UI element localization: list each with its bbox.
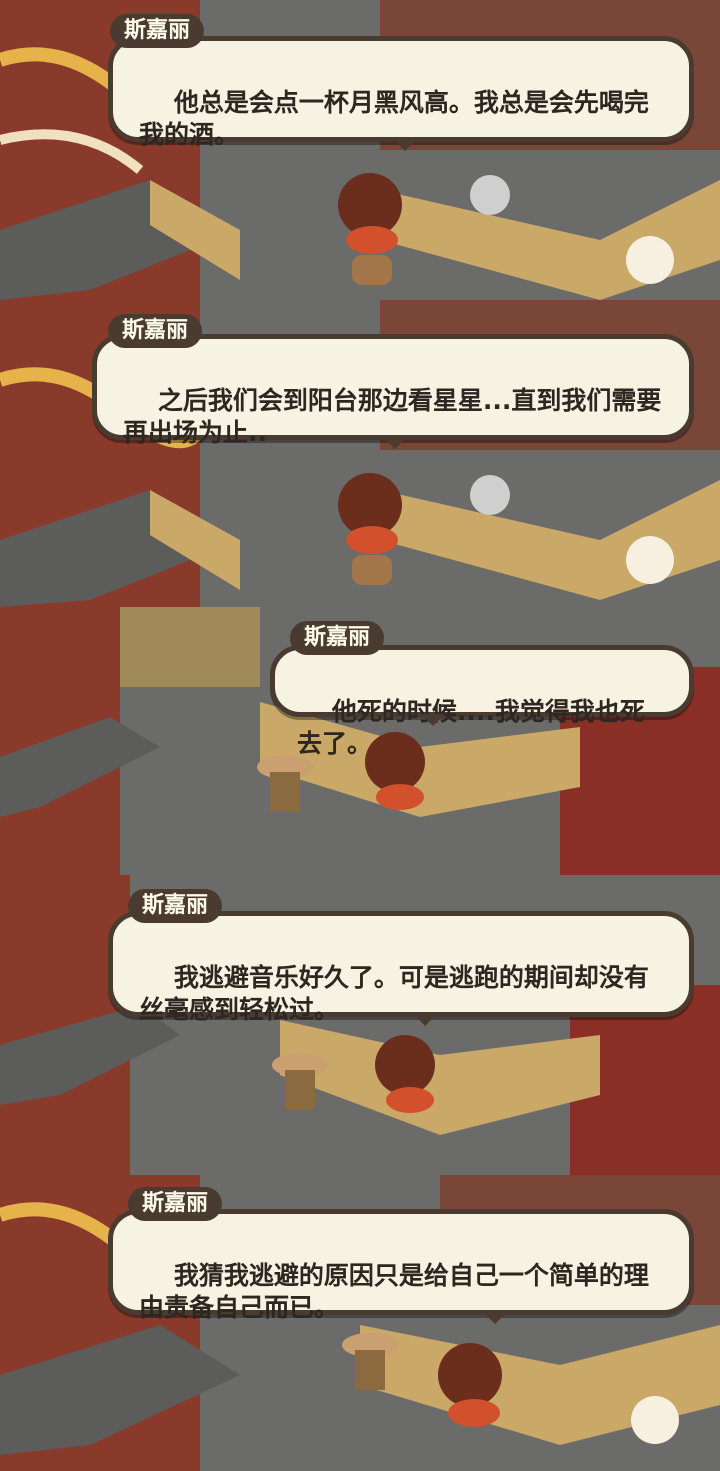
dialogue-panel-1[interactable]: 斯嘉丽 他总是会点一杯月黑风高。我总是会先喝完我的酒。 [0, 0, 720, 300]
character-bunny [631, 1396, 679, 1444]
character-scarlett [365, 732, 425, 792]
dialogue-bubble[interactable]: 他总是会点一杯月黑风高。我总是会先喝完我的酒。 [108, 36, 694, 151]
dialogue-panel-5[interactable]: 斯嘉丽 我猜我逃避的原因只是给自己一个简单的理由责备自己而已。 [0, 1175, 720, 1471]
speaker-name-tag: 斯嘉丽 [108, 314, 203, 348]
speaker-name-tag: 斯嘉丽 [290, 621, 385, 655]
dialogue-panel-4[interactable]: 斯嘉丽 我逃避音乐好久了。可是逃跑的期间却没有丝毫感到轻松过。 [0, 875, 720, 1175]
dialogue-panel-2[interactable]: 斯嘉丽 之后我们会到阳台那边看星星...直到我们需要再出场为止.. [0, 300, 720, 607]
character-bartender [470, 475, 510, 515]
speaker-name-tag: 斯嘉丽 [128, 889, 223, 923]
dialogue-text: 我猜我逃避的原因只是给自己一个简单的理由责备自己而已。 [139, 1261, 649, 1322]
dialogue-bubble[interactable]: 他死的时候....我觉得我也死去了。 [270, 645, 694, 758]
dialogue-bubble[interactable]: 之后我们会到阳台那边看星星...直到我们需要再出场为止.. [92, 334, 694, 449]
dialogue-bubble[interactable]: 我猜我逃避的原因只是给自己一个简单的理由责备自己而已。 [108, 1209, 694, 1324]
character-bunny [626, 236, 674, 284]
dialogue-panel-3[interactable]: 斯嘉丽 他死的时候....我觉得我也死去了。 [0, 607, 720, 875]
dialogue-bubble[interactable]: 我逃避音乐好久了。可是逃跑的期间却没有丝毫感到轻松过。 [108, 911, 694, 1026]
dialogue-text: 我逃避音乐好久了。可是逃跑的期间却没有丝毫感到轻松过。 [139, 963, 649, 1024]
bar-stool-icon [352, 255, 392, 285]
speaker-name-tag: 斯嘉丽 [128, 1187, 223, 1221]
bar-stool-icon [352, 555, 392, 585]
character-bartender [470, 175, 510, 215]
character-bunny [626, 536, 674, 584]
character-scarlett [375, 1035, 435, 1095]
character-scarlett [438, 1343, 502, 1407]
speaker-name-tag: 斯嘉丽 [110, 14, 205, 48]
